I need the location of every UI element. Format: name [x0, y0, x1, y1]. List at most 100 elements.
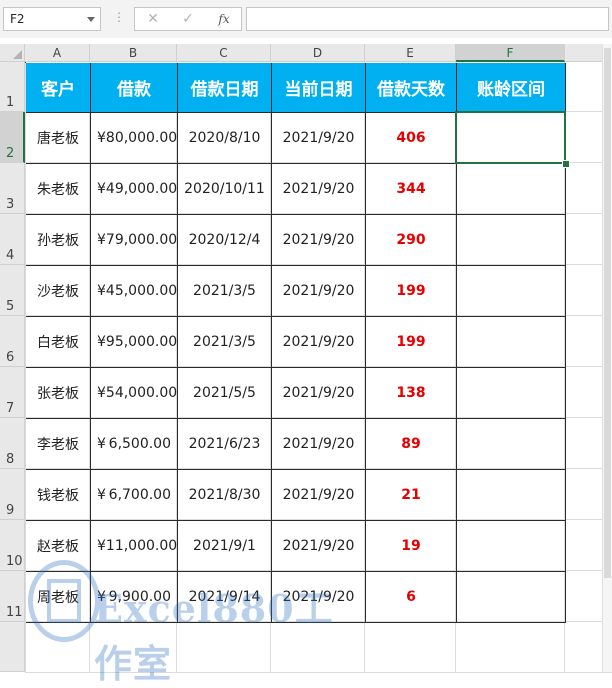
row-header-3[interactable]: 3 — [0, 163, 25, 214]
table-cell-amount[interactable]: ¥79,000.00 — [91, 215, 178, 266]
select-all-triangle-icon — [13, 50, 22, 59]
table-cell-current-date[interactable]: 2021/9/20 — [272, 368, 366, 419]
row-number: 10 — [6, 554, 23, 569]
select-all-button[interactable] — [0, 44, 25, 62]
row-header-10[interactable]: 10 — [0, 520, 25, 571]
table-cell-amount[interactable]: ¥80,000.00 — [91, 113, 178, 164]
row-number: 6 — [6, 350, 15, 365]
table-header-cell[interactable]: 账龄区间 — [457, 63, 566, 113]
table-cell-days[interactable]: 21 — [366, 470, 457, 521]
column-header-a[interactable]: A — [25, 44, 90, 62]
column-header-c[interactable]: C — [177, 44, 271, 62]
table-cell-customer[interactable]: 唐老板 — [26, 113, 91, 164]
table-cell-current-date[interactable]: 2021/9/20 — [272, 266, 366, 317]
amount-number: 6,500.00 — [108, 436, 171, 452]
row-number: 1 — [6, 95, 15, 110]
table-cell-amount[interactable]: ¥95,000.00 — [91, 317, 178, 368]
table-cell-loan-date[interactable]: 2021/8/30 — [178, 470, 272, 521]
table-cell-current-date[interactable]: 2021/9/20 — [272, 470, 366, 521]
table-cell-aging[interactable] — [457, 419, 566, 470]
table-header-cell[interactable]: 客户 — [26, 63, 91, 113]
table-header-cell[interactable]: 当前日期 — [272, 63, 366, 113]
table-cell-loan-date[interactable]: 2020/8/10 — [178, 113, 272, 164]
table-cell-customer[interactable]: 白老板 — [26, 317, 91, 368]
row-header-8[interactable]: 8 — [0, 418, 25, 469]
column-header-b[interactable]: B — [90, 44, 177, 62]
column-header-d[interactable]: D — [271, 44, 365, 62]
column-header-f[interactable]: F — [456, 44, 565, 62]
row-header-6[interactable]: 6 — [0, 316, 25, 367]
table-cell-aging[interactable] — [457, 470, 566, 521]
chevron-down-icon[interactable] — [87, 17, 95, 22]
table-cell-loan-date[interactable]: 2021/3/5 — [178, 266, 272, 317]
table-cell-days[interactable]: 290 — [366, 215, 457, 266]
table-cell-aging[interactable] — [457, 215, 566, 266]
table-cell-current-date[interactable]: 2021/9/20 — [272, 215, 366, 266]
table-cell-customer[interactable]: 张老板 — [26, 368, 91, 419]
table-cell-days[interactable]: 199 — [366, 266, 457, 317]
table-cell-customer[interactable]: 孙老板 — [26, 215, 91, 266]
currency-symbol: ¥ — [97, 130, 106, 146]
table-cell-amount[interactable]: ¥49,000.00 — [91, 164, 178, 215]
table-cell-amount[interactable]: ¥45,000.00 — [91, 266, 178, 317]
table-cell-aging[interactable] — [457, 521, 566, 572]
table-cell-aging[interactable] — [457, 266, 566, 317]
amount-number: 79,000.00 — [105, 232, 178, 248]
table-cell-days[interactable]: 6 — [366, 572, 457, 623]
table-cell-days[interactable]: 406 — [366, 113, 457, 164]
table-cell-days[interactable]: 138 — [366, 368, 457, 419]
table-header-cell[interactable]: 借款 — [91, 63, 178, 113]
table-cell-customer[interactable]: 李老板 — [26, 419, 91, 470]
table-cell-customer[interactable]: 钱老板 — [26, 470, 91, 521]
table-cell-current-date[interactable]: 2021/9/20 — [272, 419, 366, 470]
table-cell-loan-date[interactable]: 2020/10/11 — [178, 164, 272, 215]
table-cell-current-date[interactable]: 2021/9/20 — [272, 164, 366, 215]
table-header-cell[interactable]: 借款日期 — [178, 63, 272, 113]
table-cell-aging[interactable] — [457, 368, 566, 419]
cancel-icon[interactable]: ✕ — [141, 10, 165, 28]
table-cell-loan-date[interactable]: 2021/5/5 — [178, 368, 272, 419]
table-cell-amount[interactable]: ¥54,000.00 — [91, 368, 178, 419]
table-cell-aging[interactable] — [457, 317, 566, 368]
table-cell-amount[interactable]: ¥6,700.00 — [91, 470, 178, 521]
vertical-scrollbar[interactable] — [602, 44, 612, 672]
currency-symbol: ¥ — [97, 181, 106, 197]
currency-symbol: ¥ — [97, 385, 106, 401]
row-header-4[interactable]: 4 — [0, 214, 25, 265]
table-cell-aging[interactable] — [457, 164, 566, 215]
column-header-e[interactable]: E — [365, 44, 456, 62]
table-cell-customer[interactable]: 沙老板 — [26, 266, 91, 317]
insert-function-icon[interactable]: fx — [212, 10, 236, 28]
watermark-logo-icon — [28, 560, 100, 642]
table-cell-loan-date[interactable]: 2021/6/23 — [178, 419, 272, 470]
row-header-2[interactable]: 2 — [0, 112, 25, 163]
formula-input[interactable] — [246, 7, 609, 31]
amount-value: ¥45,000.00 — [91, 283, 177, 299]
table-cell-loan-date[interactable]: 2020/12/4 — [178, 215, 272, 266]
table-cell-aging[interactable] — [457, 572, 566, 623]
fill-handle[interactable] — [562, 160, 570, 168]
row-header-7[interactable]: 7 — [0, 367, 25, 418]
row-header-11[interactable]: 11 — [0, 571, 25, 622]
table-cell-days[interactable]: 344 — [366, 164, 457, 215]
scrollbar-thumb[interactable] — [604, 48, 611, 578]
table-cell-current-date[interactable]: 2021/9/20 — [272, 317, 366, 368]
name-box[interactable]: F2 — [3, 7, 101, 31]
currency-symbol: ¥ — [97, 436, 106, 452]
table-cell-current-date[interactable]: 2021/9/20 — [272, 113, 366, 164]
row-header-1[interactable]: 1 — [0, 62, 25, 112]
table-header-cell[interactable]: 借款天数 — [366, 63, 457, 113]
row-header-5[interactable]: 5 — [0, 265, 25, 316]
amount-number: 11,000.00 — [105, 538, 178, 554]
row-header-9[interactable]: 9 — [0, 469, 25, 520]
table-cell-customer[interactable]: 朱老板 — [26, 164, 91, 215]
table-cell-amount[interactable]: ¥6,500.00 — [91, 419, 178, 470]
amount-value: ¥95,000.00 — [91, 334, 177, 350]
row-header-empty — [0, 622, 25, 672]
table-cell-loan-date[interactable]: 2021/3/5 — [178, 317, 272, 368]
enter-icon[interactable]: ✓ — [176, 10, 200, 28]
table-cell-days[interactable]: 19 — [366, 521, 457, 572]
table-cell-days[interactable]: 89 — [366, 419, 457, 470]
table-cell-days[interactable]: 199 — [366, 317, 457, 368]
currency-symbol: ¥ — [97, 487, 106, 503]
